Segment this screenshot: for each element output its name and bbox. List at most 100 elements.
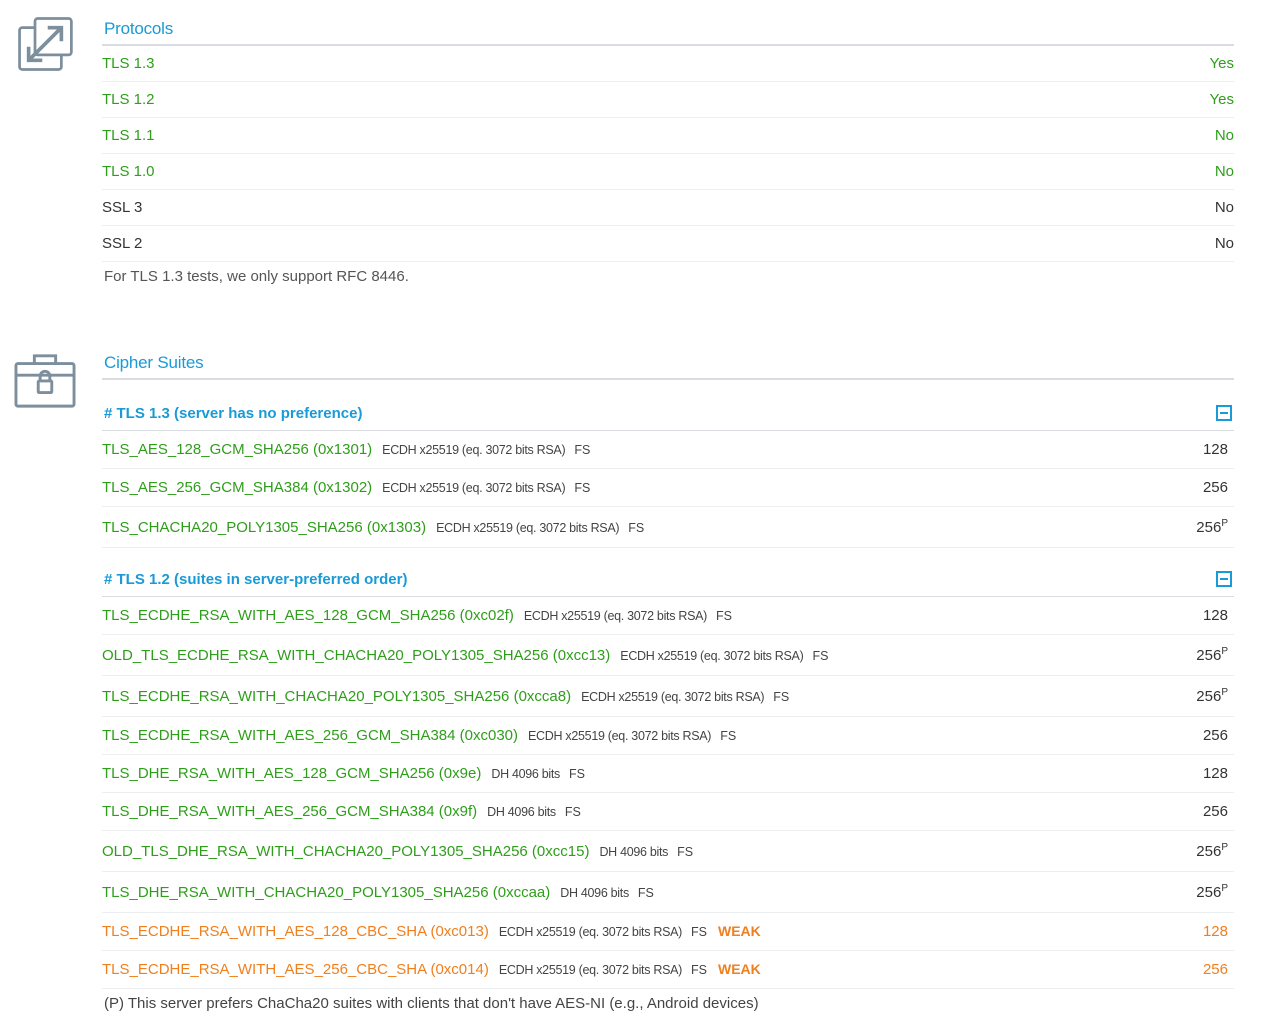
cipher-bits: 256P xyxy=(1196,646,1228,664)
key-exchange: DH 4096 bits xyxy=(491,767,561,781)
protocol-row: TLS 1.0 No xyxy=(102,154,1234,190)
cipher-bits-value: 128 xyxy=(1202,607,1228,624)
cipher-group: # TLS 1.2 (suites in server-preferred or… xyxy=(102,562,1234,989)
cipher-group-heading: # TLS 1.2 (suites in server-preferred or… xyxy=(102,562,1234,597)
cipher-row: TLS_DHE_RSA_WITH_AES_256_GCM_SHA384 (0x9… xyxy=(102,793,1234,831)
cipher-bits: 128 xyxy=(1203,765,1228,782)
protocol-name: TLS 1.0 xyxy=(102,163,155,180)
key-exchange: ECDH x25519 (eq. 3072 bits RSA) xyxy=(498,963,683,977)
cipher-name: TLS_DHE_RSA_WITH_AES_128_GCM_SHA256 (0x9… xyxy=(102,765,482,782)
chacha-preference-marker: P xyxy=(1221,687,1228,698)
protocols-table: TLS 1.3 Yes TLS 1.2 Yes TLS 1.1 No TLS 1.0 No SS… xyxy=(102,46,1234,262)
expand-arrows-icon xyxy=(18,17,73,71)
cipher-row: TLS_DHE_RSA_WITH_CHACHA20_POLY1305_SHA25… xyxy=(102,872,1234,913)
cipher-info: TLS_ECDHE_RSA_WITH_CHACHA20_POLY1305_SHA… xyxy=(102,688,789,705)
cipher-name: TLS_DHE_RSA_WITH_CHACHA20_POLY1305_SHA25… xyxy=(102,883,551,901)
cipher-info: TLS_AES_256_GCM_SHA384 (0x1302) ECDH x255… xyxy=(102,479,590,496)
cipher-group-heading-label: # TLS 1.2 (suites in server-preferred or… xyxy=(104,570,408,588)
key-exchange: DH 4096 bits xyxy=(599,844,669,859)
protocol-row: SSL 3 No xyxy=(102,190,1234,226)
chacha-preference-marker: P xyxy=(1221,646,1228,657)
protocol-row: TLS 1.1 No xyxy=(102,118,1234,154)
cipher-bits: 256 xyxy=(1203,727,1228,744)
cipher-info: TLS_DHE_RSA_WITH_CHACHA20_POLY1305_SHA25… xyxy=(102,884,654,901)
protocol-name: SSL 2 xyxy=(102,235,143,252)
cipher-row: TLS_ECDHE_RSA_WITH_AES_256_GCM_SHA384 (0… xyxy=(102,717,1234,755)
forward-secrecy-label: FS xyxy=(716,609,732,623)
protocol-support-value: No xyxy=(1214,127,1234,144)
cipher-name: OLD_TLS_ECDHE_RSA_WITH_CHACHA20_POLY1305… xyxy=(102,646,611,664)
protocols-title: Protocols xyxy=(102,14,1234,46)
cipher-bits: 128 xyxy=(1203,607,1228,624)
cipher-info: TLS_DHE_RSA_WITH_AES_256_GCM_SHA384 (0x9… xyxy=(102,803,581,820)
forward-secrecy-label: FS xyxy=(677,844,694,859)
cipher-row: TLS_ECDHE_RSA_WITH_AES_128_CBC_SHA (0xc0… xyxy=(102,913,1234,951)
cipher-name: TLS_AES_256_GCM_SHA384 (0x1302) xyxy=(102,479,373,496)
forward-secrecy-label: FS xyxy=(574,481,591,495)
cipher-row: TLS_AES_256_GCM_SHA384 (0x1302) ECDH x255… xyxy=(102,469,1234,507)
protocol-support-value: Yes xyxy=(1209,91,1234,108)
weak-badge: WEAK xyxy=(718,961,761,977)
key-exchange: ECDH x25519 (eq. 3072 bits RSA) xyxy=(436,520,620,535)
cipher-bits-value: 256 xyxy=(1202,803,1228,820)
key-exchange: ECDH x25519 (eq. 3072 bits RSA) xyxy=(382,443,566,457)
chacha-preference-marker: P xyxy=(1221,842,1228,853)
cipher-group-heading-label: # TLS 1.3 (server has no preference) xyxy=(104,404,363,422)
forward-secrecy-label: FS xyxy=(637,885,654,900)
forward-secrecy-label: FS xyxy=(628,520,645,535)
forward-secrecy-label: FS xyxy=(773,689,790,704)
cipher-info: TLS_AES_128_GCM_SHA256 (0x1301) ECDH x255… xyxy=(102,441,590,458)
cipher-name: TLS_ECDHE_RSA_WITH_AES_256_CBC_SHA (0xc0… xyxy=(102,961,489,978)
cipher-row: OLD_TLS_ECDHE_RSA_WITH_CHACHA20_POLY1305… xyxy=(102,635,1234,676)
cipher-row: TLS_DHE_RSA_WITH_AES_128_GCM_SHA256 (0x9… xyxy=(102,755,1234,793)
cipher-bits-value: 256 xyxy=(1196,519,1222,536)
forward-secrecy-label: FS xyxy=(691,963,707,977)
cipher-bits: 256 xyxy=(1203,961,1228,978)
cipher-row: OLD_TLS_DHE_RSA_WITH_CHACHA20_POLY1305_S… xyxy=(102,831,1234,872)
forward-secrecy-label: FS xyxy=(720,729,737,743)
cipher-bits: 256P xyxy=(1196,518,1228,536)
protocol-row: TLS 1.2 Yes xyxy=(102,82,1234,118)
key-exchange: ECDH x25519 (eq. 3072 bits RSA) xyxy=(620,648,804,663)
collapse-toggle-icon[interactable] xyxy=(1216,405,1232,421)
key-exchange: ECDH x25519 (eq. 3072 bits RSA) xyxy=(581,689,765,704)
cipher-bits-value: 256 xyxy=(1196,843,1222,860)
protocol-name: TLS 1.2 xyxy=(102,91,155,108)
protocol-support-value: No xyxy=(1214,199,1234,216)
cipher-info: TLS_ECDHE_RSA_WITH_AES_256_GCM_SHA384 (0… xyxy=(102,727,736,744)
key-exchange: ECDH x25519 (eq. 3072 bits RSA) xyxy=(523,609,708,623)
cipher-name: TLS_ECDHE_RSA_WITH_AES_128_CBC_SHA (0xc0… xyxy=(102,923,489,940)
protocol-support-value: No xyxy=(1214,163,1234,180)
cipher-info: OLD_TLS_DHE_RSA_WITH_CHACHA20_POLY1305_S… xyxy=(102,843,693,860)
cipher-name: TLS_ECDHE_RSA_WITH_AES_128_GCM_SHA256 (0… xyxy=(102,607,514,624)
forward-secrecy-label: FS xyxy=(691,925,707,939)
cipher-bits: 256P xyxy=(1196,883,1228,901)
cipher-bits-value: 256 xyxy=(1196,884,1222,901)
chacha-preference-marker: P xyxy=(1221,883,1228,894)
cipher-name: OLD_TLS_DHE_RSA_WITH_CHACHA20_POLY1305_S… xyxy=(102,842,590,860)
cipher-bits: 256 xyxy=(1203,803,1228,820)
protocol-name: SSL 3 xyxy=(102,199,143,216)
cipher-group-heading: # TLS 1.3 (server has no preference) xyxy=(102,396,1234,431)
protocol-support-value: No xyxy=(1214,235,1234,252)
cipher-bits-value: 256 xyxy=(1202,479,1228,496)
cipher-suites-title: Cipher Suites xyxy=(102,348,1234,380)
cipher-info: OLD_TLS_ECDHE_RSA_WITH_CHACHA20_POLY1305… xyxy=(102,647,828,664)
cipher-info: TLS_ECDHE_RSA_WITH_AES_128_CBC_SHA (0xc0… xyxy=(102,923,761,940)
protocols-section: Protocols TLS 1.3 Yes TLS 1.2 Yes TLS 1.1 No T… xyxy=(102,14,1234,285)
protocol-support-value: Yes xyxy=(1209,55,1234,72)
cipher-bits-value: 128 xyxy=(1202,441,1228,458)
key-exchange: DH 4096 bits xyxy=(560,885,629,900)
protocols-note: For TLS 1.3 tests, we only support RFC 8… xyxy=(104,268,409,285)
collapse-toggle-icon[interactable] xyxy=(1216,571,1232,587)
protocol-row: SSL 2 No xyxy=(102,226,1234,262)
cipher-bits-value: 256 xyxy=(1196,647,1222,664)
cipher-row: TLS_ECDHE_RSA_WITH_CHACHA20_POLY1305_SHA… xyxy=(102,676,1234,717)
cipher-name: TLS_ECDHE_RSA_WITH_CHACHA20_POLY1305_SHA… xyxy=(102,687,572,705)
cipher-info: TLS_CHACHA20_POLY1305_SHA256 (0x1303) ECD… xyxy=(102,519,644,536)
cipher-row: TLS_AES_128_GCM_SHA256 (0x1301) ECDH x255… xyxy=(102,431,1234,469)
locked-briefcase-icon xyxy=(14,354,76,408)
forward-secrecy-label: FS xyxy=(574,443,591,457)
cipher-info: TLS_DHE_RSA_WITH_AES_128_GCM_SHA256 (0x9… xyxy=(102,765,585,782)
cipher-bits: 256P xyxy=(1196,842,1228,860)
